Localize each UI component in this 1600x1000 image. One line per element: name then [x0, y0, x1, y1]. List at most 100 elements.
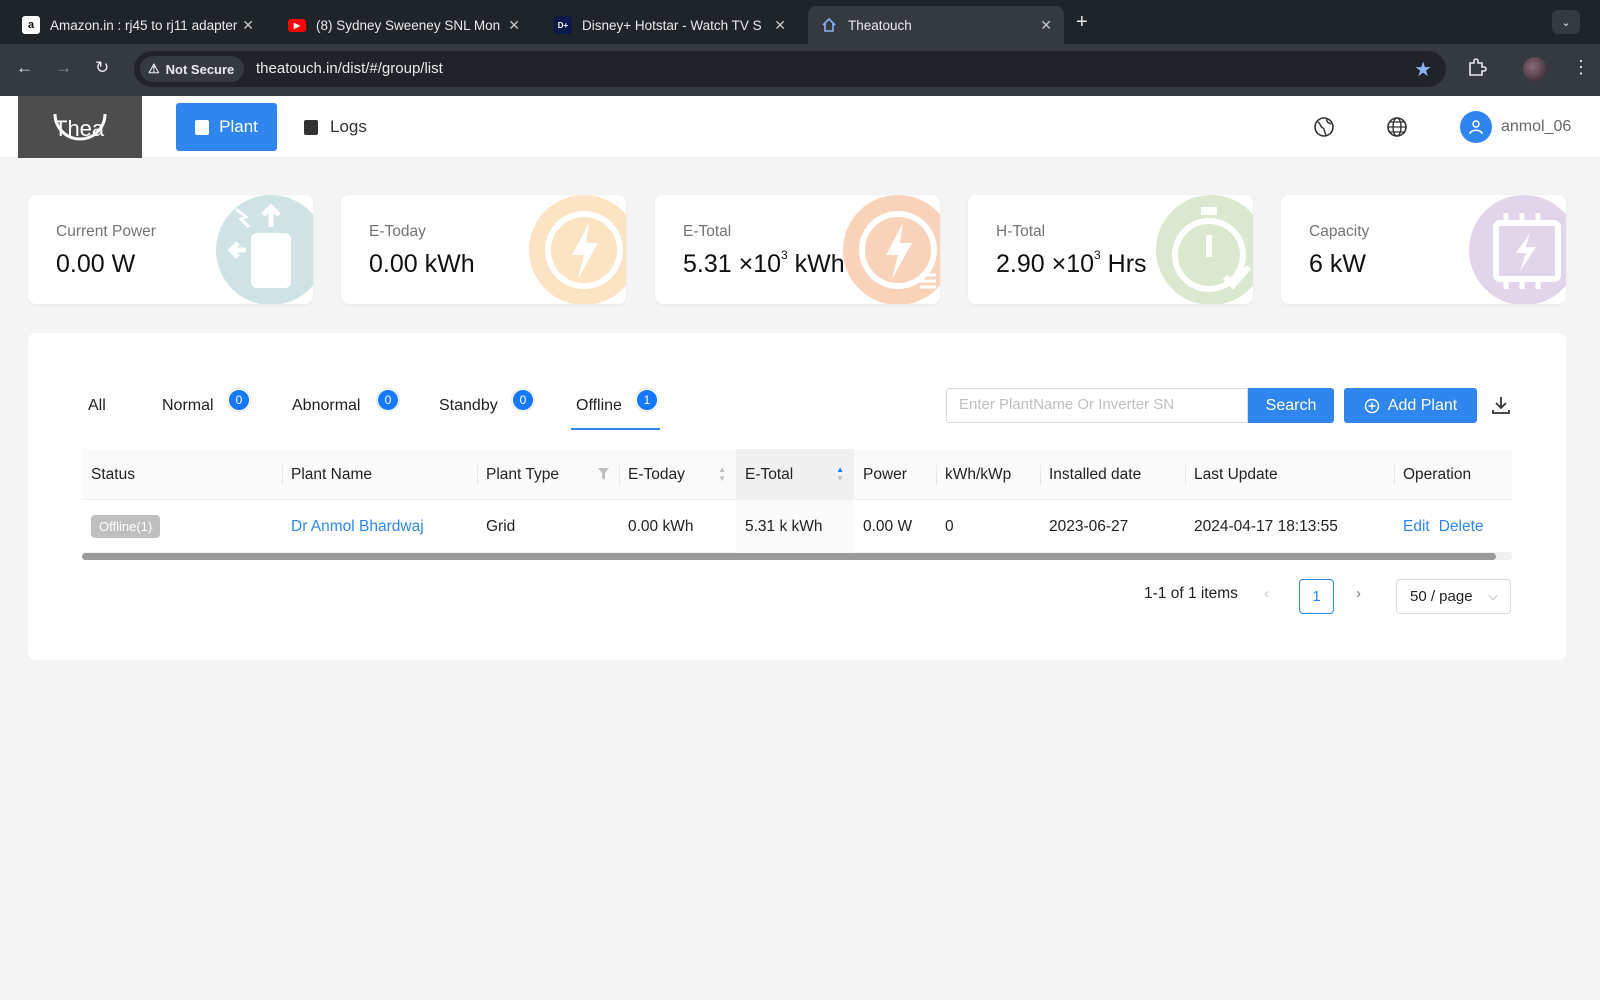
lightning-meter-icon	[843, 195, 940, 304]
battery-icon	[1469, 195, 1566, 304]
logs-nav-button[interactable]: Logs	[304, 103, 367, 151]
warning-icon: ⚠	[148, 61, 160, 76]
filter-tab-standby[interactable]: Standby	[439, 397, 498, 415]
stat-card-capacity: Capacity 6 kW	[1281, 195, 1566, 304]
stat-value: 0.00 W	[56, 250, 136, 278]
logo-text: Thea	[54, 116, 105, 141]
extensions-icon[interactable]	[1467, 57, 1487, 82]
stat-label: Current Power	[56, 223, 156, 240]
earth-icon[interactable]	[1307, 110, 1341, 144]
plant-table: Status Plant Name Plant Type E-Today ▲ ▼ …	[82, 449, 1512, 553]
delete-link[interactable]: Delete	[1439, 518, 1484, 536]
column-header-power: Power	[863, 465, 907, 483]
profile-avatar[interactable]	[1523, 57, 1547, 81]
stat-value-main: 2.90 ×10	[996, 250, 1095, 278]
browser-menu-icon[interactable]: ⋮	[1572, 57, 1590, 78]
stat-value: 0.00 kWh	[369, 250, 475, 278]
cell-plant-type: Grid	[486, 517, 516, 535]
logs-nav-label: Logs	[330, 117, 367, 136]
close-icon[interactable]: ✕	[1040, 17, 1052, 34]
forward-arrow-icon[interactable]: →	[55, 58, 72, 78]
new-tab-button[interactable]: +	[1076, 11, 1088, 34]
youtube-icon: ▶	[288, 18, 306, 32]
filter-tab-abnormal[interactable]: Abnormal	[292, 397, 360, 415]
column-header-kwh-kwp: kWh/kWp	[936, 449, 1040, 500]
security-chip[interactable]: ⚠ Not Secure	[140, 56, 245, 82]
url-text[interactable]: theatouch.in/dist/#/group/list	[256, 60, 443, 77]
filter-tab-normal[interactable]: Normal	[162, 397, 214, 415]
address-bar[interactable]: ⚠ Not Secure theatouch.in/dist/#/group/l…	[134, 51, 1446, 87]
close-icon[interactable]: ✕	[242, 17, 254, 34]
column-header-e-today[interactable]: E-Today ▲ ▼	[619, 449, 736, 500]
page-size-value: 50 / page	[1410, 588, 1473, 605]
browser-tab-youtube[interactable]: ▶ (8) Sydney Sweeney SNL Mon ✕	[276, 6, 532, 44]
edit-link[interactable]: Edit	[1403, 518, 1430, 536]
stat-label: Capacity	[1309, 223, 1370, 240]
count-badge-offline: 1	[636, 389, 658, 411]
chevron-down-icon: ⌵	[1488, 588, 1498, 603]
security-label: Not Secure	[165, 61, 235, 77]
inverter-icon	[216, 195, 313, 304]
plus-circle-icon	[1364, 398, 1379, 413]
user-avatar-icon	[1460, 111, 1492, 143]
reload-icon[interactable]: ↻	[95, 58, 109, 78]
browser-tab-theatouch[interactable]: Theatouch ✕	[808, 6, 1064, 44]
search-input[interactable]: Enter PlantName Or Inverter SN	[946, 388, 1248, 423]
prev-page-icon[interactable]: ‹	[1264, 585, 1269, 602]
lightning-icon	[529, 195, 626, 304]
thea-logo[interactable]: Thea	[18, 96, 142, 158]
sort-icon[interactable]: ▲ ▼	[718, 466, 726, 483]
language-globe-icon[interactable]	[1380, 110, 1414, 144]
bookmark-star-icon[interactable]: ★	[1414, 57, 1432, 82]
stat-card-e-total: E-Total 5.31 ×103 kWh	[655, 195, 940, 304]
username: anmol_06	[1501, 118, 1572, 135]
plant-nav-button[interactable]: Plant	[176, 103, 277, 151]
hotstar-icon: D+	[554, 16, 572, 34]
browser-tab-amazon[interactable]: a Amazon.in : rj45 to rj11 adapter ✕	[10, 6, 266, 44]
stat-value-main: 5.31 ×10	[683, 250, 782, 278]
tab-title: Amazon.in : rj45 to rj11 adapter	[50, 17, 238, 33]
add-plant-button[interactable]: Add Plant	[1344, 388, 1477, 423]
stat-label: E-Total	[683, 223, 732, 240]
tab-search-chevron-icon[interactable]: ⌄	[1552, 10, 1580, 34]
stat-value-exponent: 3	[1094, 247, 1101, 262]
page-number-current[interactable]: 1	[1299, 579, 1334, 614]
browser-toolbar: ← → ↻ ⚠ Not Secure theatouch.in/dist/#/g…	[0, 44, 1600, 96]
stat-card-h-total: H-Total 2.90 ×103 Hrs	[968, 195, 1253, 304]
column-header-e-total[interactable]: E-Total ▲ ▼	[736, 449, 854, 500]
back-arrow-icon[interactable]: ←	[16, 58, 33, 78]
plant-name-link[interactable]: Dr Anmol Bhardwaj	[291, 518, 424, 536]
filter-tab-offline[interactable]: Offline	[576, 397, 622, 415]
filter-tab-all[interactable]: All	[88, 397, 106, 415]
browser-tab-hotstar[interactable]: D+ Disney+ Hotstar - Watch TV S ✕	[542, 6, 798, 44]
sort-icon[interactable]: ▲ ▼	[836, 466, 844, 483]
page-size-select[interactable]: 50 / page ⌵	[1396, 579, 1511, 614]
browser-tab-bar: a Amazon.in : rj45 to rj11 adapter ✕ ▶ (…	[0, 0, 1600, 44]
filter-icon[interactable]	[598, 468, 609, 480]
column-header-plant-name: Plant Name	[282, 449, 477, 500]
horizontal-scrollbar[interactable]	[82, 553, 1512, 560]
cell-last-update: 2024-04-17 18:13:55	[1194, 517, 1338, 535]
user-menu[interactable]: anmol_06	[1460, 110, 1571, 144]
next-page-icon[interactable]: ›	[1356, 585, 1361, 602]
count-badge-normal: 0	[228, 389, 250, 411]
stat-value: 2.90 ×103 Hrs	[996, 247, 1147, 279]
tab-title: (8) Sydney Sweeney SNL Mon	[316, 17, 501, 33]
plant-icon	[195, 119, 210, 135]
search-button[interactable]: Search	[1248, 388, 1334, 423]
download-icon[interactable]	[1489, 393, 1513, 417]
cell-power: 0.00 W	[863, 517, 913, 535]
close-icon[interactable]: ✕	[508, 17, 520, 34]
close-icon[interactable]: ✕	[774, 17, 786, 34]
plant-nav-label: Plant	[219, 117, 258, 136]
add-plant-label: Add Plant	[1387, 396, 1458, 414]
stat-card-e-today: E-Today 0.00 kWh	[341, 195, 626, 304]
app-header: Thea Plant Logs anmol_06	[0, 96, 1600, 158]
scrollbar-thumb[interactable]	[82, 553, 1496, 560]
cell-installed-date: 2023-06-27	[1049, 517, 1129, 535]
active-tab-indicator	[571, 428, 660, 430]
stat-value: 6 kW	[1309, 250, 1366, 278]
stat-label: H-Total	[996, 223, 1046, 240]
count-badge-standby: 0	[512, 389, 534, 411]
stat-card-current-power: Current Power 0.00 W	[28, 195, 313, 304]
